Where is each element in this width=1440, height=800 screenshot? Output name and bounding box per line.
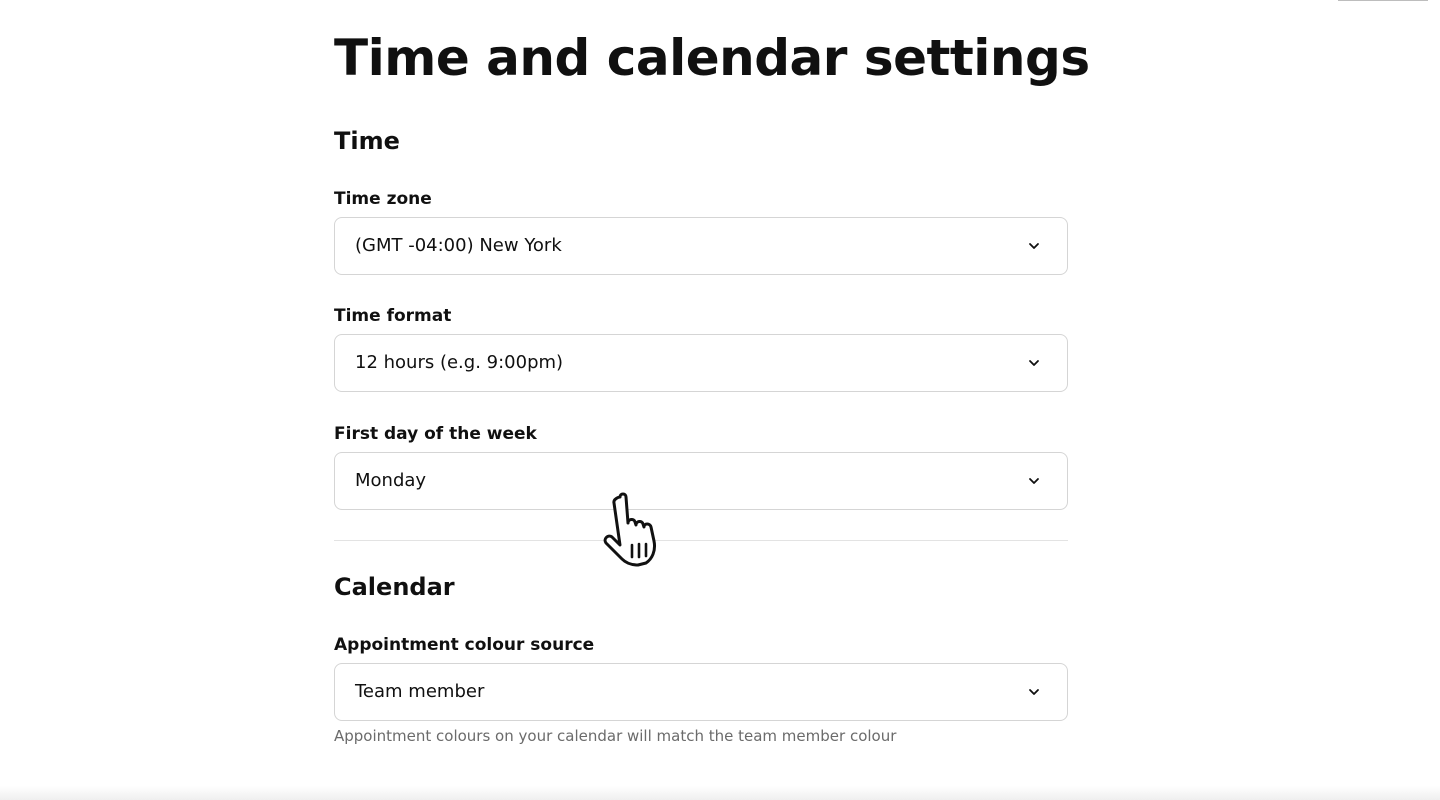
time-format-label: Time format (334, 306, 452, 326)
colour-source-select[interactable]: Team member (334, 663, 1068, 721)
first-day-value: Monday (355, 470, 427, 491)
bottom-shade (0, 786, 1440, 800)
chevron-down-icon (1029, 360, 1039, 366)
time-format-select[interactable]: 12 hours (e.g. 9:00pm) (334, 334, 1068, 392)
chevron-down-icon (1029, 689, 1039, 695)
chevron-down-icon (1029, 243, 1039, 249)
top-corner-bar (1338, 0, 1428, 1)
colour-source-helper: Appointment colours on your calendar wil… (334, 727, 897, 745)
time-format-value: 12 hours (e.g. 9:00pm) (355, 352, 564, 373)
section-divider (334, 540, 1068, 541)
page-title: Time and calendar settings (334, 29, 1090, 87)
colour-source-value: Team member (355, 681, 485, 702)
section-title-calendar: Calendar (334, 573, 455, 601)
section-title-time: Time (334, 127, 400, 155)
time-zone-select[interactable]: (GMT -04:00) New York (334, 217, 1068, 275)
time-zone-value: (GMT -04:00) New York (355, 235, 562, 256)
first-day-label: First day of the week (334, 424, 537, 444)
time-zone-label: Time zone (334, 189, 432, 209)
colour-source-label: Appointment colour source (334, 635, 595, 655)
first-day-select[interactable]: Monday (334, 452, 1068, 510)
chevron-down-icon (1029, 478, 1039, 484)
